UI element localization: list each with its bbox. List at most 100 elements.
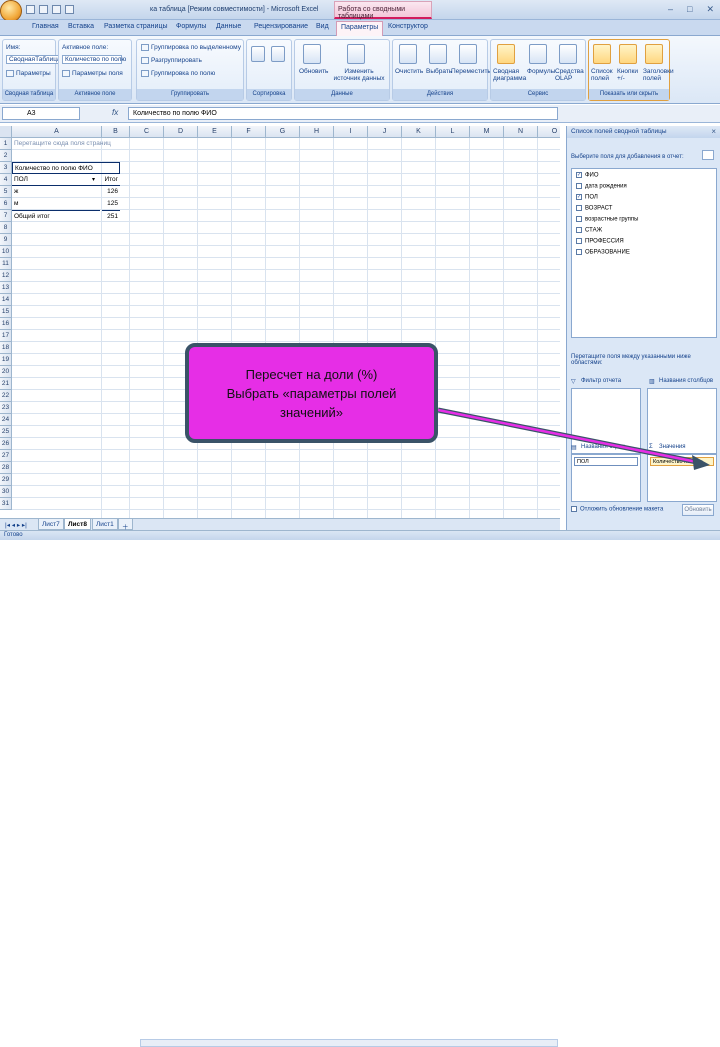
layout-menu-icon[interactable] bbox=[702, 150, 714, 160]
plus-minus-buttons-icon[interactable] bbox=[619, 44, 637, 64]
field-item[interactable]: дата рождения bbox=[576, 183, 627, 190]
olap-tools-icon[interactable] bbox=[559, 44, 577, 64]
pivot-options-button[interactable]: Параметры bbox=[6, 70, 51, 77]
field-item[interactable]: СТАЖ bbox=[576, 227, 602, 234]
field-checkbox[interactable] bbox=[576, 205, 582, 211]
tab-review[interactable]: Рецензирование bbox=[254, 23, 308, 30]
field-item[interactable]: возрастные группы bbox=[576, 216, 638, 223]
field-checkbox[interactable] bbox=[576, 216, 582, 222]
field-item[interactable]: ВОЗРАСТ bbox=[576, 205, 612, 212]
field-checkbox[interactable] bbox=[576, 238, 582, 244]
refresh-icon[interactable] bbox=[303, 44, 321, 64]
new-sheet-icon[interactable]: ＋ bbox=[118, 519, 133, 531]
pivot-row-label[interactable]: ж bbox=[12, 186, 100, 198]
row-header[interactable]: 19 bbox=[0, 354, 12, 366]
row-header[interactable]: 9 bbox=[0, 234, 12, 246]
field-headers-icon[interactable] bbox=[645, 44, 663, 64]
tab-insert[interactable]: Вставка bbox=[68, 23, 94, 30]
change-source-icon[interactable] bbox=[347, 44, 365, 64]
pivot-row-field-header[interactable]: ПОЛ bbox=[12, 174, 102, 186]
group-field-button[interactable]: Группировка по полю bbox=[141, 70, 215, 77]
column-header[interactable]: O bbox=[538, 126, 560, 138]
close-icon[interactable]: ✕ bbox=[706, 4, 714, 15]
row-header[interactable]: 11 bbox=[0, 258, 12, 270]
undo-icon[interactable] bbox=[39, 5, 48, 14]
save-icon[interactable] bbox=[26, 5, 35, 14]
clear-icon[interactable] bbox=[399, 44, 417, 64]
pivot-value[interactable]: 126 bbox=[102, 186, 120, 198]
row-labels-area[interactable]: ПОЛ bbox=[571, 454, 641, 502]
row-header[interactable]: 4 bbox=[0, 174, 12, 186]
values-area[interactable]: Количество по п... bbox=[647, 454, 717, 502]
column-header[interactable]: B bbox=[102, 126, 130, 138]
row-header[interactable]: 23 bbox=[0, 402, 12, 414]
tab-options[interactable]: Параметры bbox=[336, 21, 384, 37]
column-header[interactable]: D bbox=[164, 126, 198, 138]
close-pane-icon[interactable]: × bbox=[711, 127, 716, 136]
row-header[interactable]: 29 bbox=[0, 474, 12, 486]
tab-view[interactable]: Вид bbox=[316, 23, 329, 30]
sheet-tab[interactable]: Лист7 bbox=[38, 519, 64, 530]
horizontal-scrollbar[interactable] bbox=[140, 1039, 558, 1047]
row-header[interactable]: 30 bbox=[0, 486, 12, 498]
row-header[interactable]: 3 bbox=[0, 162, 12, 174]
redo-icon[interactable] bbox=[52, 5, 61, 14]
formulas-button-label[interactable]: Формулы bbox=[527, 68, 555, 75]
filter-dropdown-icon[interactable]: ▾ bbox=[90, 174, 99, 186]
sheet-tab[interactable]: Лист1 bbox=[92, 519, 118, 530]
field-item[interactable]: ✓ ФИО bbox=[576, 172, 599, 179]
row-header[interactable]: 6 bbox=[0, 198, 12, 210]
row-header[interactable]: 24 bbox=[0, 414, 12, 426]
row-header[interactable]: 8 bbox=[0, 222, 12, 234]
column-header[interactable]: F bbox=[232, 126, 266, 138]
name-box[interactable]: A3 bbox=[2, 107, 80, 120]
row-header[interactable]: 17 bbox=[0, 330, 12, 342]
group-selection-button[interactable]: Группировка по выделенному bbox=[141, 44, 241, 51]
row-header[interactable]: 28 bbox=[0, 462, 12, 474]
field-checkbox[interactable] bbox=[576, 249, 582, 255]
clear-button-label[interactable]: Очистить bbox=[395, 68, 423, 75]
formula-input[interactable]: Количество по полю ФИО bbox=[128, 107, 558, 120]
change-source-button-label[interactable]: Изменить источник данных bbox=[331, 68, 387, 82]
field-checkbox[interactable]: ✓ bbox=[576, 172, 582, 178]
row-header[interactable]: 10 bbox=[0, 246, 12, 258]
column-header[interactable]: L bbox=[436, 126, 470, 138]
row-header[interactable]: 21 bbox=[0, 378, 12, 390]
row-header[interactable]: 25 bbox=[0, 426, 12, 438]
pivot-data-field-header[interactable]: Количество по полю ФИО bbox=[12, 162, 120, 174]
sheet-tab-active[interactable]: Лист8 bbox=[64, 519, 91, 530]
defer-update-option[interactable]: Отложить обновление макета bbox=[571, 506, 663, 513]
column-header[interactable]: C bbox=[130, 126, 164, 138]
refresh-button-label[interactable]: Обновить bbox=[299, 68, 328, 75]
field-item[interactable]: ОБРАЗОВАНИЕ bbox=[576, 249, 630, 256]
tab-data[interactable]: Данные bbox=[216, 23, 241, 30]
column-header[interactable]: K bbox=[402, 126, 436, 138]
tab-design[interactable]: Конструктор bbox=[388, 23, 428, 30]
preview-icon[interactable] bbox=[65, 5, 74, 14]
ungroup-button[interactable]: Разгруппировать bbox=[141, 57, 202, 64]
column-header[interactable]: A bbox=[12, 126, 102, 138]
row-header[interactable]: 26 bbox=[0, 438, 12, 450]
sort-az-icon[interactable] bbox=[251, 46, 265, 62]
olap-button-label[interactable]: Средства OLAP bbox=[555, 68, 585, 82]
select-button-label[interactable]: Выбрать bbox=[426, 68, 452, 75]
row-header[interactable]: 7 bbox=[0, 210, 12, 222]
field-checkbox[interactable] bbox=[576, 227, 582, 233]
pivot-grand-total-value[interactable]: 251 bbox=[102, 210, 120, 222]
column-header[interactable]: H bbox=[300, 126, 334, 138]
row-header[interactable]: 2 bbox=[0, 150, 12, 162]
defer-checkbox[interactable] bbox=[571, 506, 577, 512]
column-header[interactable]: M bbox=[470, 126, 504, 138]
row-header[interactable]: 12 bbox=[0, 270, 12, 282]
column-header[interactable]: I bbox=[334, 126, 368, 138]
pivot-grand-total-label[interactable]: Общий итог bbox=[12, 210, 100, 222]
field-list-button-label[interactable]: Список полей bbox=[591, 68, 617, 82]
field-checkbox[interactable]: ✓ bbox=[576, 194, 582, 200]
column-header[interactable]: E bbox=[198, 126, 232, 138]
maximize-icon[interactable]: □ bbox=[687, 4, 692, 15]
pivot-value[interactable]: 125 bbox=[102, 198, 120, 210]
formulas-icon[interactable] bbox=[529, 44, 547, 64]
row-header[interactable]: 16 bbox=[0, 318, 12, 330]
page-field-drop-zone[interactable]: Перетащите сюда поля страниц bbox=[12, 138, 120, 150]
field-item[interactable]: ПРОФЕССИЯ bbox=[576, 238, 624, 245]
